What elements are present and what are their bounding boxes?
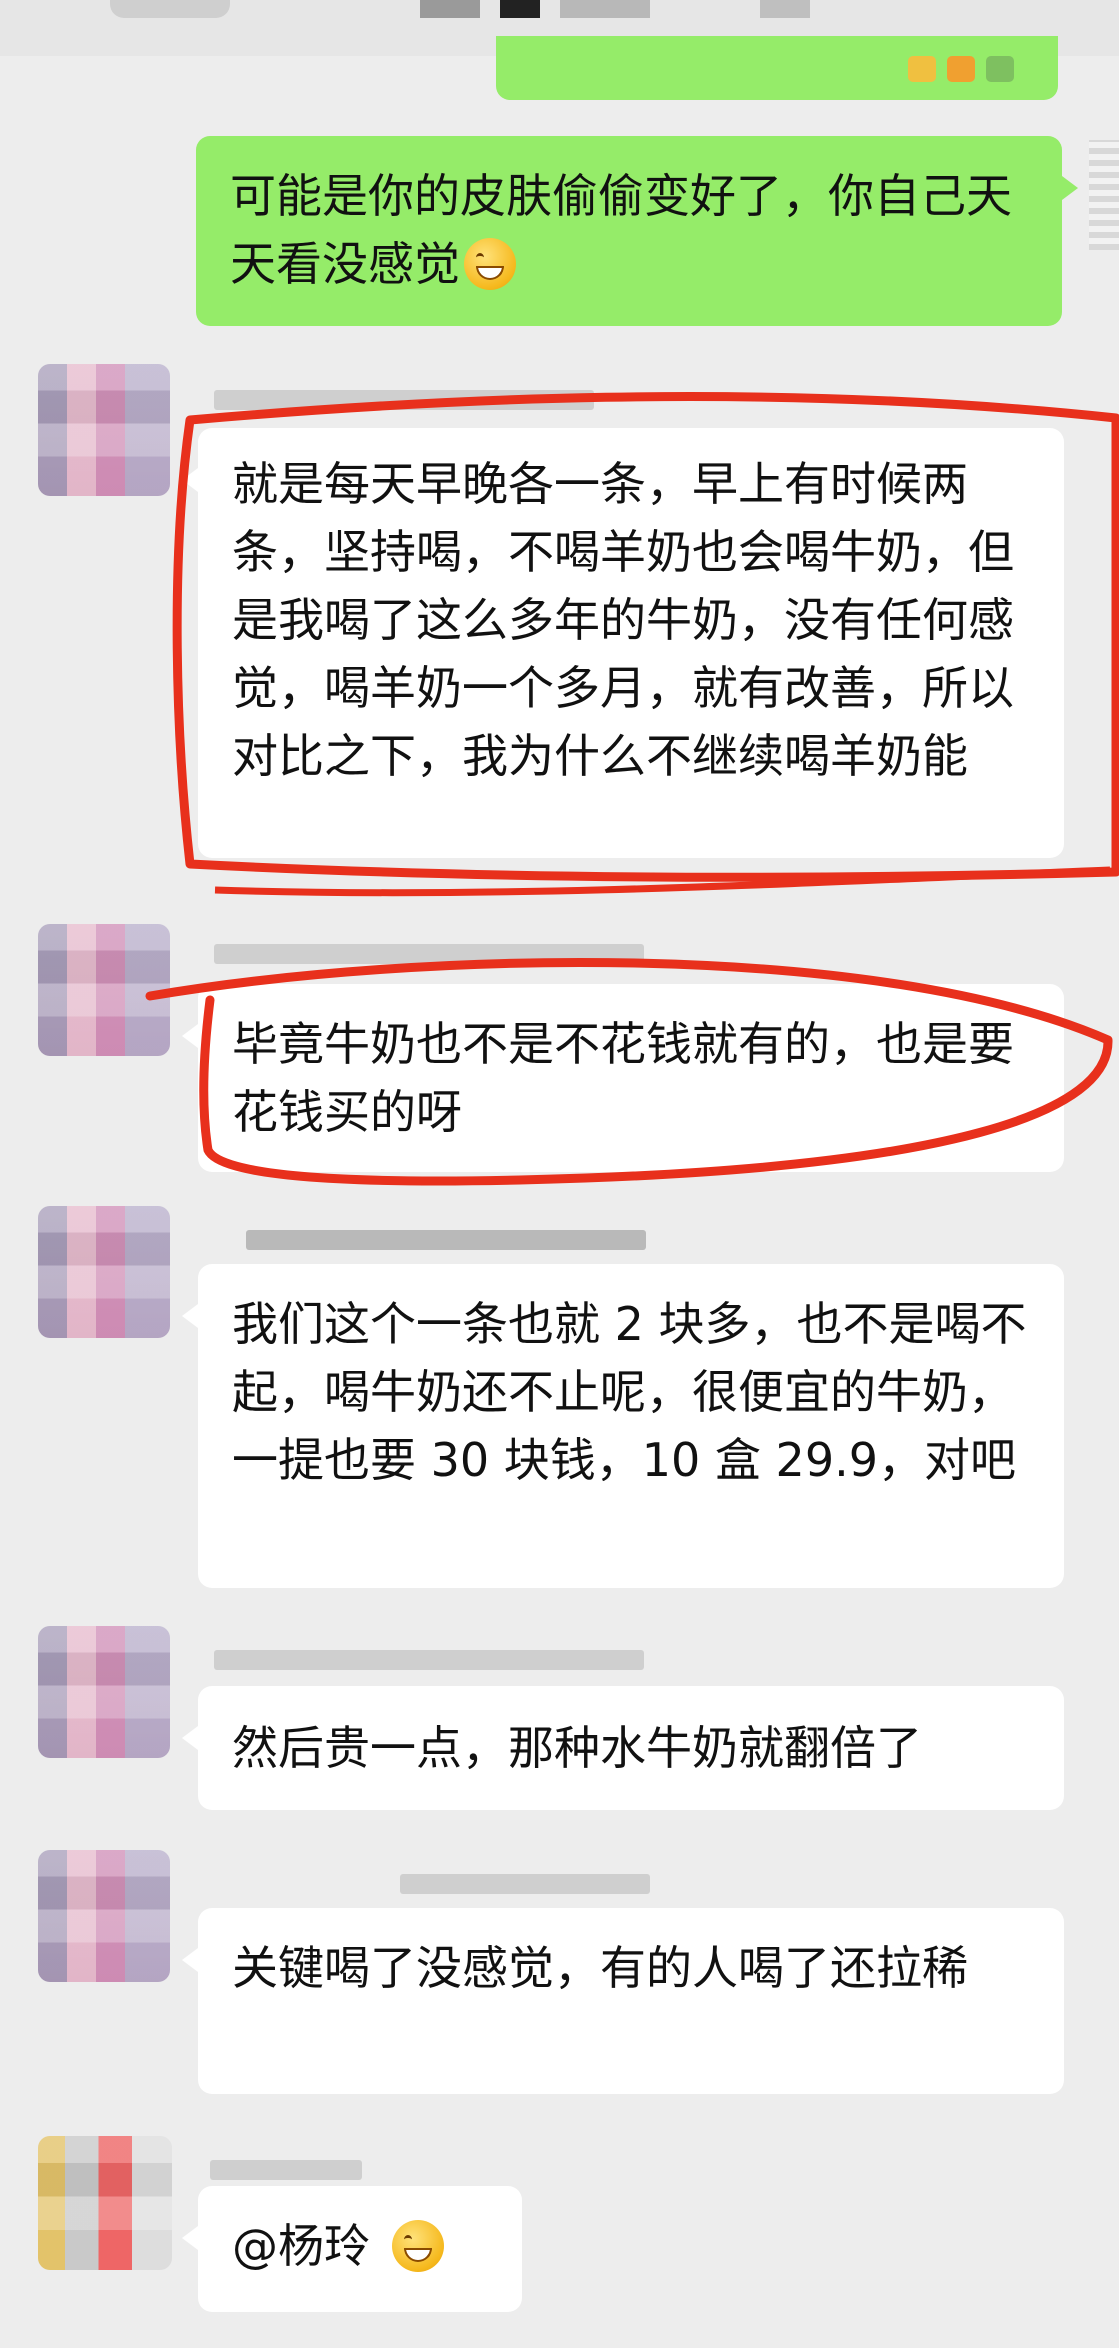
sender-name-blurred xyxy=(210,2160,362,2180)
title-blurred xyxy=(500,0,540,18)
message-text: 关键喝了没感觉，有的人喝了还拉稀 xyxy=(232,1941,968,1995)
emoji-fragment xyxy=(907,56,936,82)
sender-name-blurred xyxy=(214,944,644,964)
sender-name-blurred xyxy=(400,1874,650,1894)
edge-decoration xyxy=(1089,140,1119,250)
back-button-blurred[interactable] xyxy=(110,0,230,18)
message-text: @杨玲 xyxy=(232,2219,370,2273)
emoji-fragment xyxy=(986,56,1014,82)
message-bubble[interactable]: 毕竟牛奶也不是不花钱就有的，也是要花钱买的呀 xyxy=(182,984,1064,1172)
avatar[interactable] xyxy=(38,924,170,1056)
message-bubble[interactable]: 关键喝了没感觉，有的人喝了还拉稀 xyxy=(182,1908,1064,2094)
message-bubble[interactable]: @杨玲 xyxy=(182,2186,522,2312)
message-text: 我们这个一条也就 2 块多，也不是喝不起，喝牛奶还不止呢，很便宜的牛奶，一提也要… xyxy=(232,1297,1027,1487)
message-bubble[interactable]: 就是每天早晚各一条，早上有时候两条，坚持喝，不喝羊奶也会喝牛奶，但是我喝了这么多… xyxy=(182,428,1064,858)
avatar[interactable] xyxy=(38,1626,170,1758)
emoji-fragment xyxy=(946,56,975,82)
grinning-face-icon xyxy=(392,2220,444,2272)
avatar[interactable] xyxy=(38,1850,170,1982)
message-bubble-self[interactable]: 可能是你的皮肤偷偷变好了，你自己天天看没感觉 xyxy=(196,136,1078,326)
message-bubble[interactable]: 然后贵一点，那种水牛奶就翻倍了 xyxy=(182,1686,1064,1810)
message-text: 可能是你的皮肤偷偷变好了，你自己天天看没感觉 xyxy=(230,169,1012,291)
sender-name-blurred xyxy=(214,390,594,410)
message-text: 然后贵一点，那种水牛奶就翻倍了 xyxy=(232,1721,922,1775)
sender-name-blurred xyxy=(214,1650,644,1670)
message-text: 毕竟牛奶也不是不花钱就有的，也是要花钱买的呀 xyxy=(232,1017,1014,1139)
message-text: 就是每天早晚各一条，早上有时候两条，坚持喝，不喝羊奶也会喝牛奶，但是我喝了这么多… xyxy=(232,457,1014,783)
avatar[interactable] xyxy=(38,2136,172,2270)
avatar[interactable] xyxy=(38,364,170,496)
previous-message-fragment[interactable] xyxy=(496,36,1058,100)
avatar[interactable] xyxy=(38,1206,170,1338)
sender-name-blurred xyxy=(246,1230,646,1250)
message-bubble[interactable]: 我们这个一条也就 2 块多，也不是喝不起，喝牛奶还不止呢，很便宜的牛奶，一提也要… xyxy=(182,1264,1064,1588)
grinning-squinting-face-icon xyxy=(464,238,516,290)
title-blurred xyxy=(760,0,810,18)
title-blurred xyxy=(560,0,650,18)
annotation-circle-1-extra xyxy=(214,866,1111,897)
title-blurred xyxy=(420,0,480,18)
